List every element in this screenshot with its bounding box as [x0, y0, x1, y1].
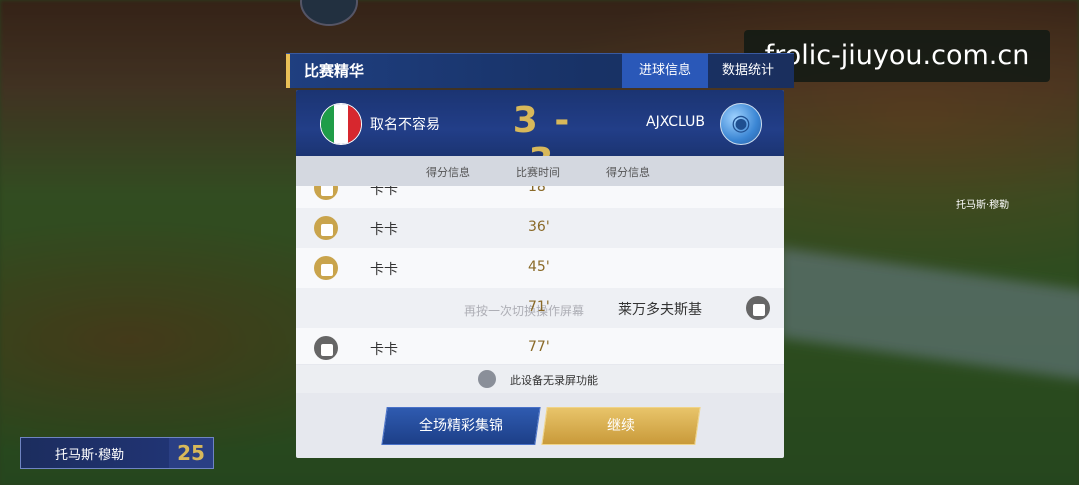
camera-icon[interactable] — [314, 256, 338, 280]
highlights-button-label: 全场精彩集锦 — [419, 418, 503, 434]
player-info-bar: 托马斯·穆勒 25 — [20, 437, 214, 469]
goal-row: 再按一次切换操作屏幕 71' 莱万多夫斯基 — [296, 288, 784, 328]
player-number: 25 — [169, 438, 213, 468]
away-scorer: 莱万多夫斯基 — [618, 302, 702, 318]
no-record-text: 此设备无录屏功能 — [510, 374, 598, 387]
goal-row: 卡卡 18' — [296, 186, 784, 208]
continue-button[interactable]: 继续 — [541, 407, 701, 445]
field-player-name: 托马斯·穆勒 — [956, 200, 1010, 211]
highlights-button[interactable]: 全场精彩集锦 — [381, 407, 541, 445]
camera-icon[interactable] — [746, 296, 770, 320]
goal-minute: 18' — [528, 186, 550, 195]
continue-button-label: 继续 — [607, 418, 635, 434]
away-team-name: AJXCLUB — [646, 114, 706, 130]
goal-row: 卡卡 77' — [296, 328, 784, 364]
goal-minute: 77' — [528, 339, 550, 355]
goal-list: 卡卡 18' 卡卡 36' 卡卡 45' 再按一次切换操作屏幕 71' 莱万多夫… — [296, 186, 784, 364]
goal-minute: 71' — [528, 299, 550, 315]
panel-header: 比赛精华 进球信息 数据统计 — [286, 53, 794, 88]
goal-minute: 45' — [528, 259, 550, 275]
globe-icon: ◉ — [720, 103, 762, 145]
tab-goal-info[interactable]: 进球信息 — [622, 54, 708, 88]
goal-row: 卡卡 45' — [296, 248, 784, 288]
score-bar: 取名不容易 3 - 3 AJXCLUB ◉ — [296, 90, 784, 182]
goal-row: 卡卡 36' — [296, 208, 784, 248]
no-record-notice: 此设备无录屏功能 — [296, 365, 784, 393]
camera-icon[interactable] — [314, 216, 338, 240]
italy-flag-icon — [320, 103, 362, 145]
col-match-time: 比赛时间 — [516, 166, 560, 179]
camera-icon[interactable] — [314, 186, 338, 200]
goal-minute: 36' — [528, 219, 550, 235]
player-name: 托马斯·穆勒 — [55, 447, 125, 463]
camera-icon[interactable] — [314, 336, 338, 360]
home-scorer: 卡卡 — [370, 222, 398, 238]
column-header: 得分信息 比赛时间 得分信息 — [296, 156, 784, 186]
faint-hint-text: 再按一次切换操作屏幕 — [464, 304, 585, 318]
home-scorer: 卡卡 — [370, 186, 398, 198]
panel-title: 比赛精华 — [304, 62, 365, 80]
match-highlights-panel: 取名不容易 3 - 3 AJXCLUB ◉ 得分信息 比赛时间 得分信息 卡卡 … — [296, 90, 784, 458]
home-scorer: 卡卡 — [370, 262, 398, 278]
home-scorer: 卡卡 — [370, 342, 398, 358]
col-away-scorer: 得分信息 — [606, 166, 650, 179]
header-accent — [286, 54, 290, 88]
home-team-name: 取名不容易 — [370, 117, 440, 133]
tab-statistics[interactable]: 数据统计 — [722, 54, 792, 88]
record-disabled-icon — [478, 370, 496, 388]
col-home-scorer: 得分信息 — [426, 166, 470, 179]
